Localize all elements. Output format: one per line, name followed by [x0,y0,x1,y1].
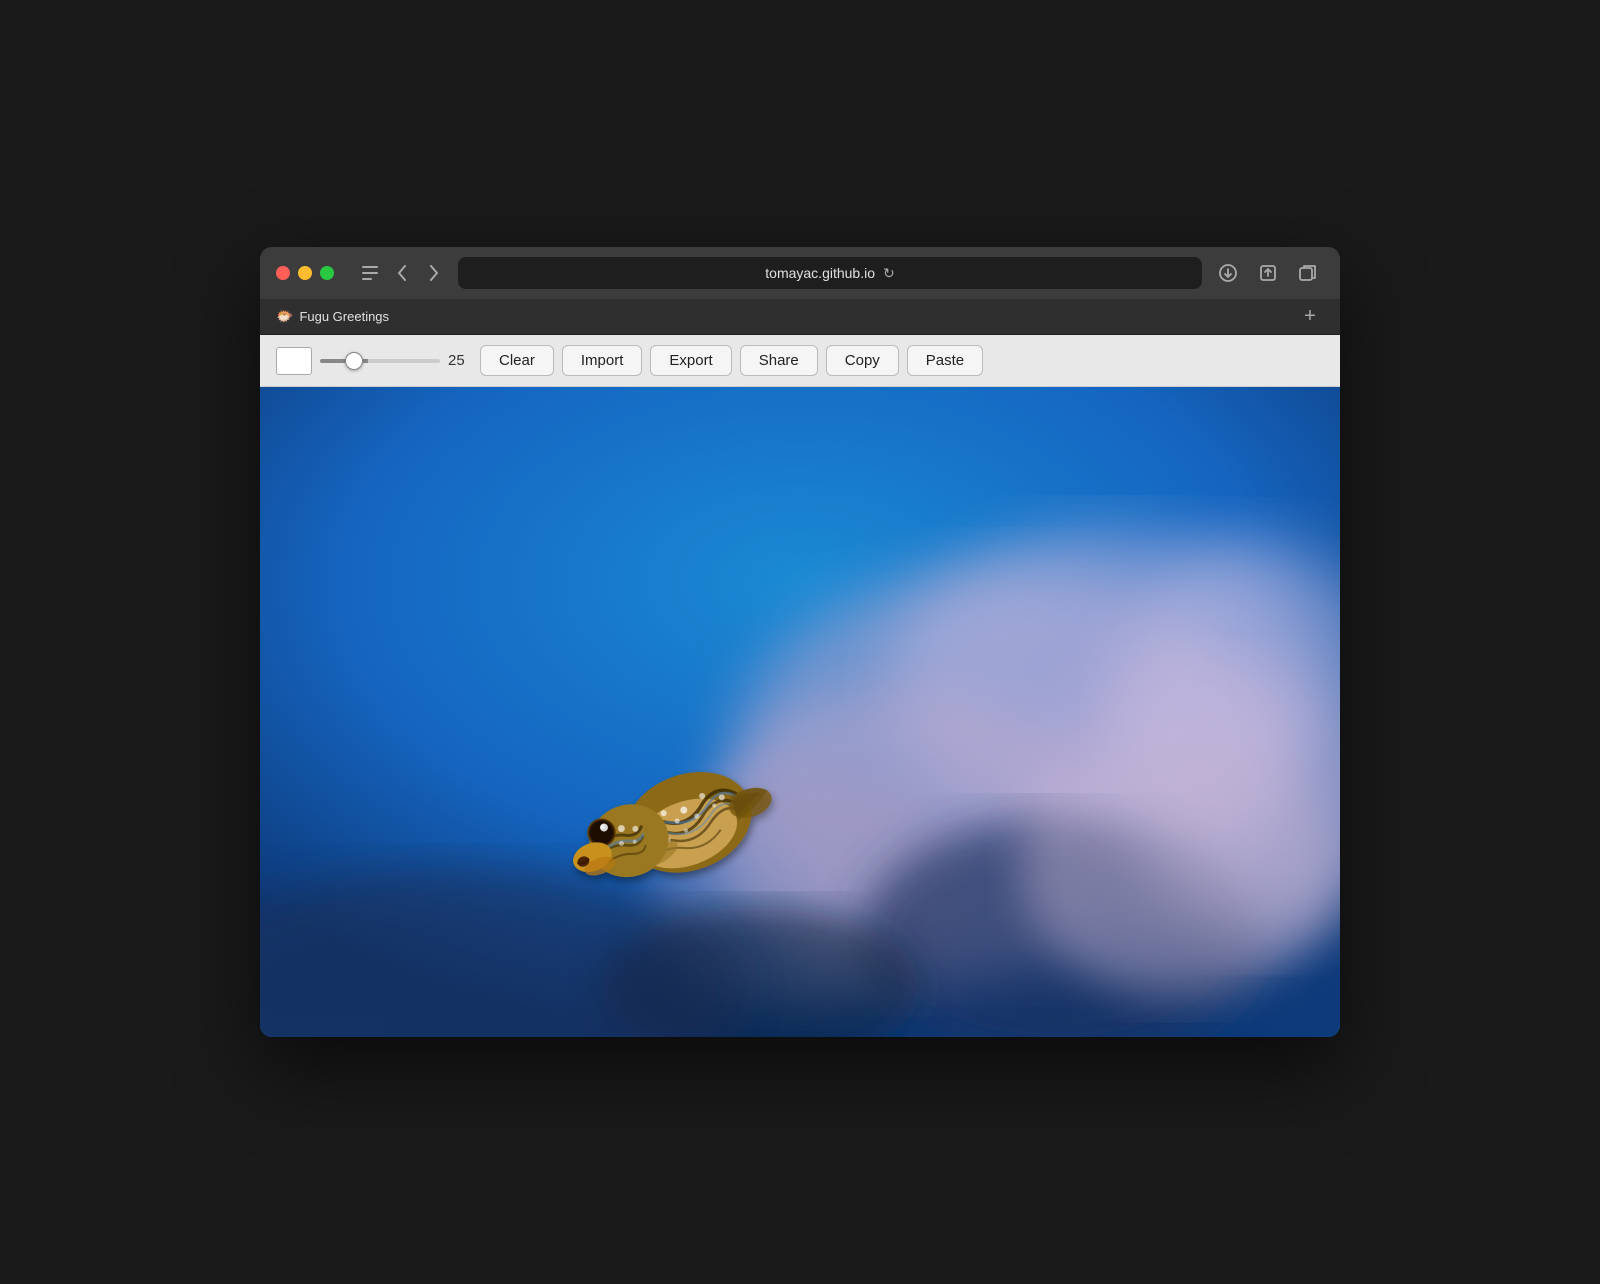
slider-value-label: 25 [448,352,472,369]
reload-button[interactable]: ↻ [883,265,895,282]
traffic-lights [276,266,334,280]
import-button[interactable]: Import [562,345,643,376]
sidebar-toggle-button[interactable] [356,259,384,287]
download-button[interactable] [1212,257,1244,289]
new-tab-button[interactable]: + [1296,303,1324,331]
active-tab[interactable]: 🐡 Fugu Greetings [276,308,389,325]
fish-scene [260,387,1340,1037]
copy-button[interactable]: Copy [826,345,899,376]
title-bar: tomayac.github.io ↻ [260,247,1340,299]
back-button[interactable] [388,259,416,287]
paste-button[interactable]: Paste [907,345,983,376]
browser-window: tomayac.github.io ↻ [260,247,1340,1037]
share-button[interactable] [1252,257,1284,289]
address-bar[interactable]: tomayac.github.io ↻ [458,257,1202,289]
url-text: tomayac.github.io [765,265,875,281]
brush-size-slider[interactable] [320,359,440,363]
color-picker[interactable] [276,347,312,375]
clear-button[interactable]: Clear [480,345,554,376]
maximize-button[interactable] [320,266,334,280]
tab-title: Fugu Greetings [299,309,389,324]
share-app-button[interactable]: Share [740,345,818,376]
minimize-button[interactable] [298,266,312,280]
browser-toolbar-right [1212,257,1324,289]
close-button[interactable] [276,266,290,280]
forward-button[interactable] [420,259,448,287]
canvas-area[interactable] [260,387,1340,1037]
export-button[interactable]: Export [650,345,731,376]
nav-buttons [352,259,448,287]
tabs-button[interactable] [1292,257,1324,289]
tab-emoji: 🐡 [276,308,293,325]
brush-size-slider-container: 25 [320,352,472,369]
tab-bar: 🐡 Fugu Greetings + [260,299,1340,335]
app-toolbar: 25 Clear Import Export Share Copy Paste [260,335,1340,387]
